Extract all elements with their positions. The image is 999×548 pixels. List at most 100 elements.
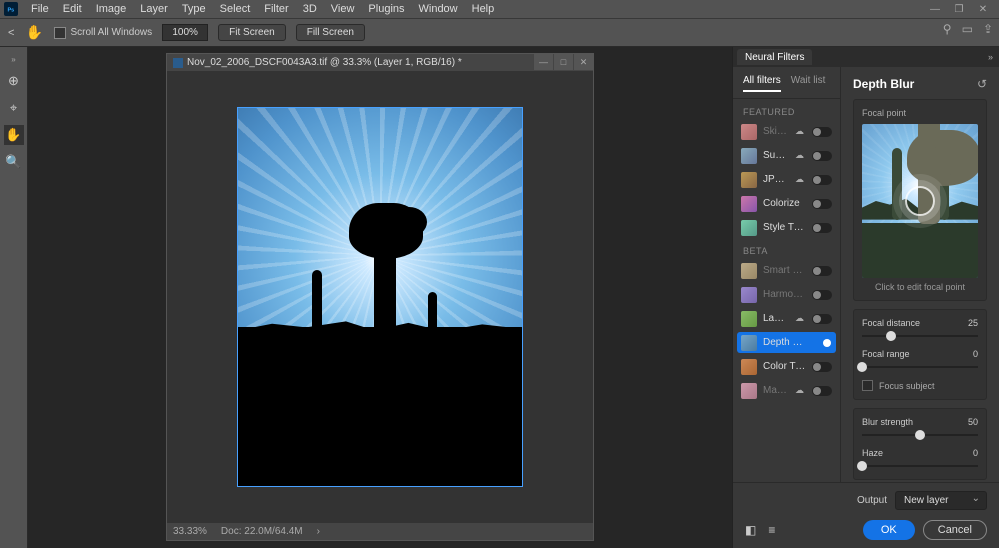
cloud-icon: ☁ — [795, 313, 804, 324]
app-logo: Ps — [4, 2, 18, 16]
menu-view[interactable]: View — [324, 1, 362, 17]
ok-button[interactable]: OK — [863, 520, 915, 540]
menu-edit[interactable]: Edit — [56, 1, 89, 17]
focal-distance-slider[interactable]: Focal distance25 — [862, 318, 978, 341]
right-corner-icons: ⚲ ▭ ⇪ — [943, 22, 993, 36]
filter-toggle[interactable] — [812, 386, 832, 396]
output-select[interactable]: New layer — [895, 491, 987, 510]
panel-title-tab[interactable]: Neural Filters — [737, 49, 812, 65]
filter-toggle[interactable] — [812, 175, 832, 185]
filter-thumb-icon — [741, 383, 757, 399]
document-title: Nov_02_2006_DSCF0043A3.tif @ 33.3% (Laye… — [187, 57, 462, 68]
filter-item-super-zoom[interactable]: Super Zoom☁ — [737, 145, 836, 166]
toolbar-collapse-icon[interactable]: » — [11, 55, 15, 64]
menu-type[interactable]: Type — [175, 1, 213, 17]
filter-name: Harmonization — [763, 289, 806, 300]
filter-thumb-icon — [741, 148, 757, 164]
menu-filter[interactable]: Filter — [257, 1, 295, 17]
filter-name: Makeup Trans... — [763, 385, 789, 396]
focal-point-preview[interactable] — [862, 124, 978, 278]
compare-icon[interactable]: ◧ — [745, 523, 756, 537]
focal-point-caption: Click to edit focal point — [862, 282, 978, 292]
filter-name: Super Zoom — [763, 150, 789, 161]
document-canvas[interactable] — [167, 72, 593, 522]
cancel-button[interactable]: Cancel — [923, 520, 987, 540]
blur-strength-slider[interactable]: Blur strength50 — [862, 417, 978, 440]
filter-toggle[interactable] — [812, 199, 832, 209]
menu-3d[interactable]: 3D — [296, 1, 324, 17]
menu-select[interactable]: Select — [213, 1, 258, 17]
minimize-icon[interactable]: — — [923, 2, 947, 16]
focal-range-slider[interactable]: Focal range0 — [862, 349, 978, 372]
filter-item-colorize[interactable]: Colorize — [737, 193, 836, 214]
zoom-field[interactable]: 100% — [162, 24, 208, 41]
focal-range-value: 0 — [973, 349, 978, 359]
filter-item-depth-blur[interactable]: Depth Blur — [737, 332, 836, 353]
focus-subject-checkbox[interactable]: Focus subject — [862, 380, 978, 391]
haze-slider[interactable]: Haze0 — [862, 448, 978, 471]
filter-item-smart-portrait[interactable]: Smart Portrait — [737, 260, 836, 281]
doc-close-icon[interactable]: ✕ — [573, 54, 593, 70]
menubar: Ps File Edit Image Layer Type Select Fil… — [0, 0, 999, 18]
filter-item-landscape-m-[interactable]: Landscape M...☁ — [737, 308, 836, 329]
spot-healing-tool[interactable]: ⊕ — [4, 71, 24, 91]
close-icon[interactable]: ✕ — [971, 2, 995, 16]
filter-toggle[interactable] — [812, 290, 832, 300]
doc-size[interactable]: Doc: 22.0M/64.4M — [221, 526, 303, 537]
doc-minimize-icon[interactable]: — — [533, 54, 553, 70]
filter-toggle[interactable] — [812, 314, 832, 324]
layout-icon[interactable]: ▭ — [962, 22, 973, 36]
filter-toggle[interactable] — [812, 151, 832, 161]
share-icon[interactable]: ⇪ — [983, 22, 993, 36]
reset-icon[interactable]: ↺ — [977, 77, 987, 91]
eyedropper-tool[interactable]: ⌖ — [4, 98, 24, 118]
filter-item-style-transfer[interactable]: Style Transfer — [737, 217, 836, 238]
filter-toggle[interactable] — [812, 338, 832, 348]
menu-image[interactable]: Image — [89, 1, 134, 17]
maximize-icon[interactable]: ❐ — [947, 2, 971, 16]
filter-thumb-icon — [741, 311, 757, 327]
focus-sliders-section: Focal distance25 Focal range0 Focus subj… — [853, 309, 987, 400]
filter-name: Color Transfer — [763, 361, 806, 372]
current-tool-icon: ✋ — [24, 23, 44, 43]
fit-screen-button[interactable]: Fit Screen — [218, 24, 286, 41]
filter-item-skin-smoothi-[interactable]: Skin Smoothi...☁ — [737, 121, 836, 142]
layers-icon[interactable]: ≡ — [768, 523, 775, 537]
doc-maximize-icon[interactable]: □ — [553, 54, 573, 70]
doc-zoom[interactable]: 33.33% — [173, 526, 207, 537]
document-titlebar[interactable]: Nov_02_2006_DSCF0043A3.tif @ 33.3% (Laye… — [167, 54, 593, 72]
haze-value: 0 — [973, 448, 978, 458]
panel-tabbar: Neural Filters » — [733, 47, 999, 67]
filter-toggle[interactable] — [812, 266, 832, 276]
filter-item-jpeg-artifact-[interactable]: JPEG Artifact...☁ — [737, 169, 836, 190]
menu-window[interactable]: Window — [412, 1, 465, 17]
menu-help[interactable]: Help — [465, 1, 502, 17]
window-controls: — ❐ ✕ — [923, 2, 995, 16]
options-bar: < ✋ Scroll All Windows 100% Fit Screen F… — [0, 18, 999, 47]
panel-collapse-icon[interactable]: » — [986, 50, 995, 64]
filter-toggle[interactable] — [812, 362, 832, 372]
tab-all-filters[interactable]: All filters — [743, 75, 781, 92]
fill-screen-button[interactable]: Fill Screen — [296, 24, 365, 41]
zoom-tool[interactable]: 🔍 — [4, 152, 24, 172]
tab-wait-list[interactable]: Wait list — [791, 75, 826, 92]
focal-distance-label: Focal distance — [862, 318, 920, 328]
filter-thumb-icon — [741, 359, 757, 375]
hand-tool[interactable]: ✋ — [4, 125, 24, 145]
focus-subject-label: Focus subject — [879, 381, 935, 391]
doc-indicator-icon — [173, 58, 183, 68]
menu-file[interactable]: File — [24, 1, 56, 17]
scroll-all-checkbox[interactable] — [54, 27, 66, 39]
menu-plugins[interactable]: Plugins — [361, 1, 411, 17]
filter-name: Style Transfer — [763, 222, 806, 233]
home-back-icon[interactable]: < — [8, 27, 14, 39]
focal-point-label: Focal point — [862, 108, 978, 118]
filter-item-harmonization[interactable]: Harmonization — [737, 284, 836, 305]
search-icon[interactable]: ⚲ — [943, 22, 952, 36]
filter-item-makeup-trans-[interactable]: Makeup Trans...☁ — [737, 380, 836, 401]
filter-item-color-transfer[interactable]: Color Transfer — [737, 356, 836, 377]
doc-status-chevron[interactable]: › — [317, 526, 320, 537]
filter-toggle[interactable] — [812, 127, 832, 137]
menu-layer[interactable]: Layer — [133, 1, 175, 17]
filter-toggle[interactable] — [812, 223, 832, 233]
